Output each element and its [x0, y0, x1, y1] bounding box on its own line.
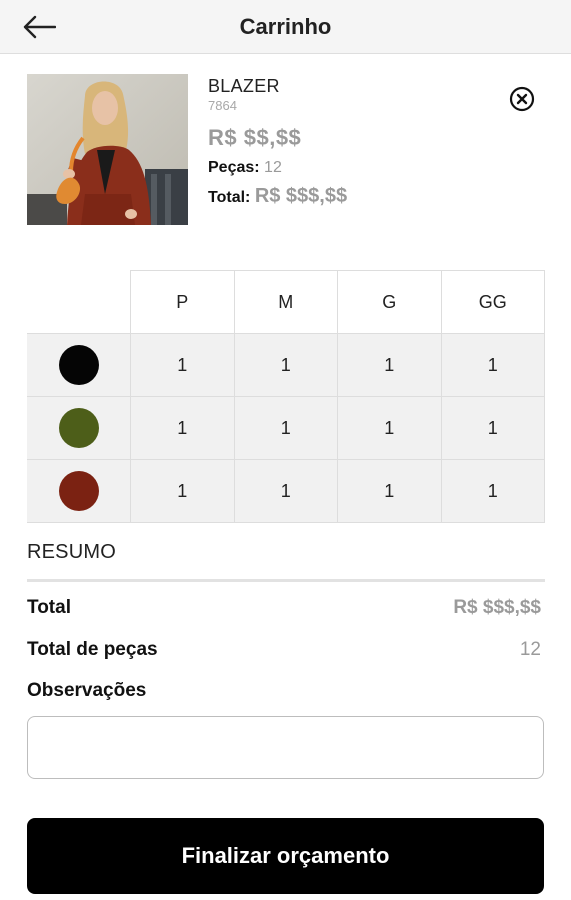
product-pieces-label: Peças: [208, 159, 260, 176]
notes-input[interactable] [27, 716, 544, 779]
product-pieces-value: 12 [264, 159, 282, 176]
color-swatch [58, 408, 99, 448]
top-app-bar: Carrinho [0, 0, 571, 54]
page-title: Carrinho [239, 14, 332, 39]
grid-row: 1 1 1 1 [27, 459, 545, 523]
quantity-cell[interactable]: 1 [440, 396, 545, 460]
grid-corner-cell [27, 270, 131, 334]
product-total-value: R$ $$$,$$ [254, 185, 348, 207]
quantity-cell[interactable]: 1 [233, 333, 338, 397]
quantity-cell[interactable]: 1 [440, 333, 545, 397]
quantity-cell[interactable]: 1 [233, 459, 338, 523]
color-swatch [58, 345, 99, 385]
quantity-cell[interactable]: 1 [130, 459, 235, 523]
summary-total-row: Total R$ $$$,$$ [27, 597, 541, 619]
summary-pieces-row: Total de peças 12 [27, 639, 541, 661]
product-total-row: Total: R$ $$$,$$ [208, 185, 488, 208]
summary-pieces-value: 12 [519, 639, 541, 660]
size-header: GG [440, 270, 545, 334]
grid-row: 1 1 1 1 [27, 333, 545, 397]
summary-pieces-label: Total de peças [27, 639, 158, 660]
cart-item: BLAZER 7864 R$ $$,$$ Peças: 12 Total: R$… [27, 74, 545, 226]
close-circle-icon [509, 86, 535, 112]
quantity-cell[interactable]: 1 [233, 396, 338, 460]
color-swatch [58, 471, 99, 511]
size-header: P [130, 270, 235, 334]
summary-title: RESUMO [27, 541, 116, 563]
quantity-cell[interactable]: 1 [337, 396, 442, 460]
product-pieces-row: Peças: 12 [208, 159, 488, 177]
remove-item-button[interactable] [509, 86, 535, 112]
size-color-grid: P M G GG 1 1 1 1 1 1 1 1 1 1 1 1 [27, 270, 545, 523]
finalize-quote-button[interactable]: Finalizar orçamento [27, 818, 544, 894]
product-unit-price: R$ $$,$$ [208, 125, 302, 150]
summary-total-label: Total [27, 597, 71, 618]
quantity-cell[interactable]: 1 [337, 333, 442, 397]
product-code: 7864 [208, 98, 237, 113]
product-total-label: Total: [208, 189, 251, 206]
quantity-cell[interactable]: 1 [440, 459, 545, 523]
product-image[interactable] [27, 74, 188, 225]
quantity-cell[interactable]: 1 [130, 333, 235, 397]
summary-divider [27, 579, 545, 582]
notes-label: Observações [27, 680, 147, 701]
quantity-cell[interactable]: 1 [130, 396, 235, 460]
summary-total-value: R$ $$$,$$ [453, 597, 541, 618]
product-name: BLAZER [208, 76, 280, 96]
size-header: G [337, 270, 442, 334]
grid-row: 1 1 1 1 [27, 396, 545, 460]
size-header: M [233, 270, 338, 334]
quantity-cell[interactable]: 1 [337, 459, 442, 523]
product-info: BLAZER 7864 R$ $$,$$ Peças: 12 Total: R$… [208, 74, 488, 208]
product-photo [27, 74, 188, 225]
